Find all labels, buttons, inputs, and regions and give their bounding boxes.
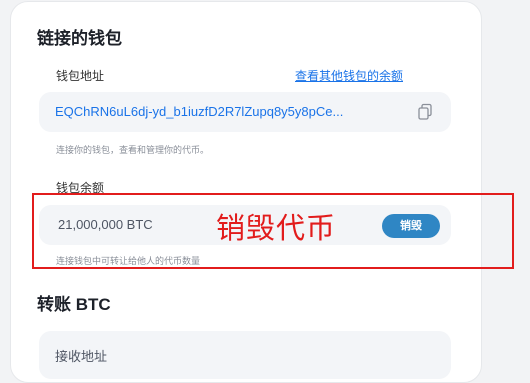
view-other-wallet-balance-link[interactable]: 查看其他钱包的余额: [295, 67, 403, 84]
annotation-burn-token-text: 销毁代币: [216, 211, 337, 245]
wallet-address-label: 钱包地址: [56, 69, 105, 83]
copy-icon[interactable]: [417, 103, 433, 121]
connected-wallet-title: 链接的钱包: [37, 29, 122, 48]
wallet-address-value: EQChRN6uL6dj-yd_b1iuzfD2R7lZupq8y5y8pCe.…: [55, 104, 344, 119]
receive-address-placeholder: 接收地址: [55, 349, 108, 364]
wallet-address-hint: 连接你的钱包，查看和管理你的代币。: [56, 145, 210, 155]
transfer-title: 转账 BTC: [37, 295, 111, 314]
wallet-address-field[interactable]: EQChRN6uL6dj-yd_b1iuzfD2R7lZupq8y5y8pCe.…: [39, 92, 451, 132]
wallet-card: 链接的钱包 钱包地址 查看其他钱包的余额 EQChRN6uL6dj-yd_b1i…: [10, 1, 482, 383]
receive-address-input[interactable]: 接收地址: [39, 331, 451, 379]
